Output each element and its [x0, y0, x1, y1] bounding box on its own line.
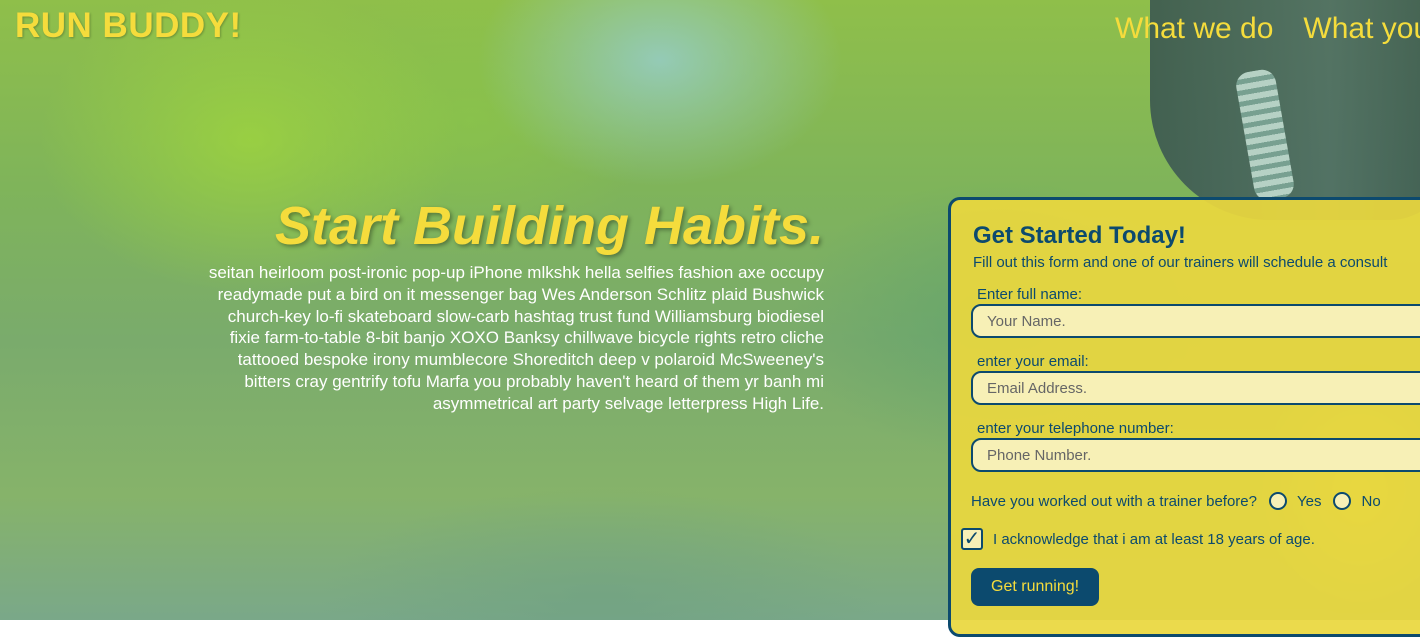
name-label: Enter full name:	[977, 286, 1083, 303]
main-nav: What we do What you	[1115, 12, 1420, 46]
email-label: enter your email:	[977, 353, 1089, 370]
trainer-no-radio[interactable]	[1333, 492, 1352, 510]
submit-button[interactable]: Get running!	[971, 568, 1100, 606]
nav-link-what-we-do[interactable]: What we do	[1115, 12, 1273, 46]
checkmark-icon: ✓	[963, 528, 981, 550]
signup-form: Get Started Today! Fill out this form an…	[948, 197, 1420, 637]
hero-body: seitan heirloom post-ironic pop-up iPhon…	[208, 263, 824, 413]
age-ack-checkbox[interactable]: ✓	[961, 528, 983, 550]
trainer-no-label: No	[1361, 492, 1381, 510]
phone-input[interactable]	[971, 438, 1420, 472]
trainer-question: Have you worked out with a trainer befor…	[971, 492, 1257, 510]
age-ack-label: I acknowledge that i am at least 18 year…	[993, 530, 1315, 548]
site-logo[interactable]: RUN BUDDY!	[15, 6, 242, 46]
form-title: Get Started Today!	[973, 222, 1186, 249]
name-input[interactable]	[971, 304, 1420, 338]
trainer-question-row: Have you worked out with a trainer befor…	[971, 492, 1381, 510]
nav-link-what-you[interactable]: What you	[1303, 12, 1420, 46]
trainer-yes-label: Yes	[1297, 492, 1322, 510]
phone-label: enter your telephone number:	[977, 420, 1174, 437]
email-input[interactable]	[971, 371, 1420, 405]
hero-title: Start Building Habits.	[274, 196, 824, 256]
age-ack-row: ✓ I acknowledge that i am at least 18 ye…	[961, 528, 1315, 550]
trainer-yes-radio[interactable]	[1269, 492, 1287, 510]
form-subtitle: Fill out this form and one of our traine…	[973, 254, 1388, 271]
